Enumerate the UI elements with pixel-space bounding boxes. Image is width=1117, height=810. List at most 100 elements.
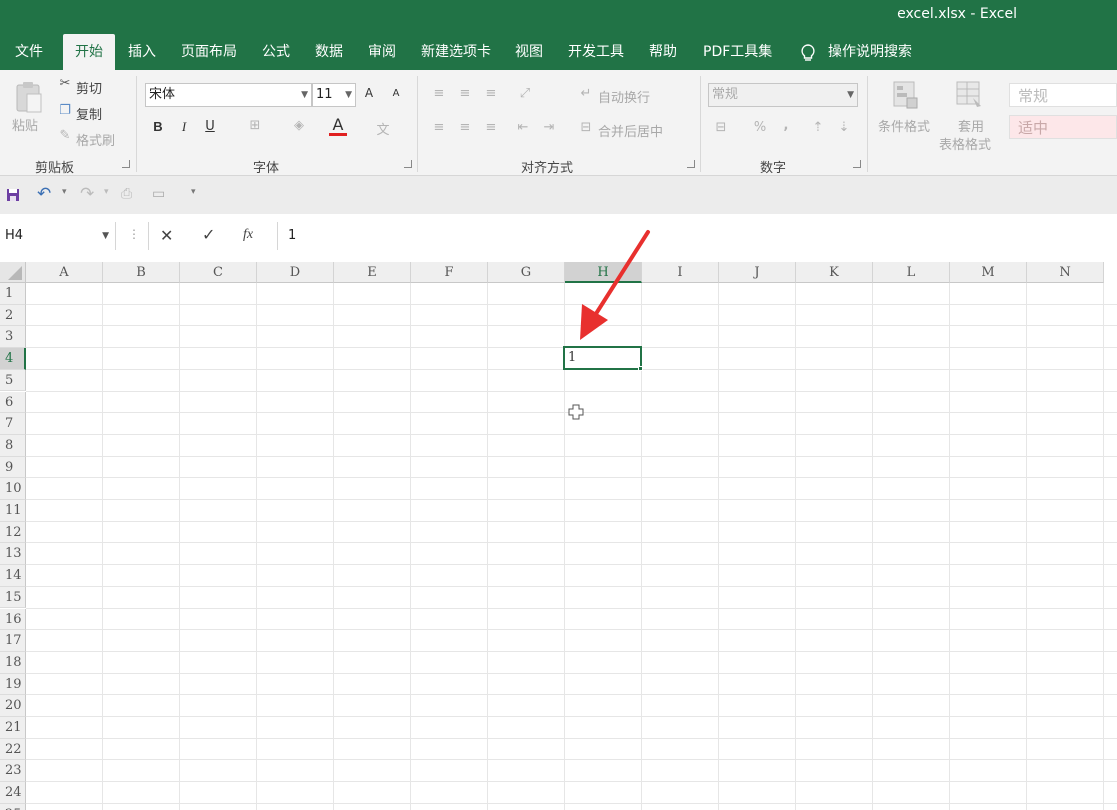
font-name-select[interactable]: 宋体 ▼ — [145, 83, 312, 107]
column-header[interactable]: B — [103, 262, 180, 283]
comma-button[interactable]: , — [780, 118, 792, 133]
italic-button[interactable]: I — [176, 119, 192, 135]
paste-icon[interactable] — [14, 80, 44, 114]
print-preview-icon[interactable]: ⎙ — [121, 186, 132, 202]
align-middle-icon[interactable]: ≡ — [456, 86, 474, 101]
row-header[interactable]: 21 — [0, 717, 26, 739]
row-header[interactable]: 23 — [0, 760, 26, 783]
chevron-down-icon[interactable]: ▾ — [62, 187, 67, 197]
border-icon[interactable]: ⊞ — [246, 118, 264, 133]
column-header[interactable]: N — [1027, 262, 1104, 283]
column-header[interactable]: F — [411, 262, 488, 283]
column-header[interactable]: K — [796, 262, 873, 283]
row-header[interactable]: 19 — [0, 673, 26, 696]
row-header[interactable]: 1 — [0, 283, 26, 305]
decrease-indent-icon[interactable]: ⇤ — [514, 120, 532, 135]
column-header[interactable]: M — [950, 262, 1027, 283]
underline-button[interactable]: U — [202, 119, 218, 134]
column-header[interactable]: C — [180, 262, 257, 283]
tab-pdf-tools[interactable]: PDF工具集 — [703, 34, 772, 70]
row-header[interactable]: 13 — [0, 543, 26, 566]
undo-icon[interactable]: ↶ — [37, 184, 51, 204]
row-header[interactable]: 2 — [0, 304, 26, 327]
align-bottom-icon[interactable]: ≡ — [482, 86, 500, 101]
tab-data[interactable]: 数据 — [315, 34, 343, 70]
row-header[interactable]: 14 — [0, 565, 26, 587]
active-cell[interactable]: 1 — [563, 346, 642, 370]
merge-center-button[interactable]: 合并后居中 — [598, 121, 663, 140]
select-all-corner[interactable] — [0, 262, 26, 283]
row-header[interactable]: 18 — [0, 651, 26, 674]
align-center-icon[interactable]: ≡ — [456, 120, 474, 135]
row-header[interactable]: 12 — [0, 521, 26, 544]
decrease-decimal-icon[interactable]: ⇣ — [836, 120, 852, 135]
form-icon[interactable]: ▭ — [152, 186, 165, 202]
tab-file[interactable]: 文件 — [15, 34, 43, 70]
alignment-launcher[interactable] — [687, 160, 695, 168]
shrink-font-button[interactable]: A — [389, 88, 403, 99]
row-header[interactable]: 6 — [0, 391, 26, 414]
tab-formulas[interactable]: 公式 — [262, 34, 290, 70]
grow-font-button[interactable]: A — [362, 86, 376, 100]
row-header[interactable]: 5 — [0, 369, 26, 392]
copy-button[interactable]: 复制 — [76, 104, 102, 123]
scissors-icon[interactable]: ✂ — [56, 76, 74, 91]
font-size-select[interactable]: 11 ▼ — [312, 83, 356, 107]
tab-new-tab[interactable]: 新建选项卡 — [421, 34, 491, 70]
align-left-icon[interactable]: ≡ — [430, 120, 448, 135]
tab-insert[interactable]: 插入 — [128, 34, 156, 70]
worksheet-grid[interactable]: ABCDEFGHIJKLMN 1 2 3 4 5 6 7 8 9 10 11 12 13 14 15 16 17… — [0, 262, 1117, 810]
format-as-table-icon[interactable] — [955, 80, 985, 110]
row-header[interactable]: 15 — [0, 586, 26, 609]
column-header[interactable]: D — [257, 262, 334, 283]
tab-review[interactable]: 审阅 — [368, 34, 396, 70]
row-header[interactable]: 3 — [0, 326, 26, 349]
column-header[interactable]: G — [488, 262, 565, 283]
column-header[interactable]: A — [26, 262, 103, 283]
percent-button[interactable]: % — [752, 120, 768, 135]
chevron-down-icon[interactable]: ▾ — [104, 187, 109, 197]
tab-home[interactable]: 开始 — [63, 34, 115, 70]
wrap-text-icon[interactable]: ↵ — [578, 86, 594, 101]
fill-handle[interactable] — [638, 366, 643, 371]
row-header[interactable]: 11 — [0, 500, 26, 522]
bold-button[interactable]: B — [150, 119, 166, 134]
row-header[interactable]: 22 — [0, 738, 26, 761]
customize-qat-icon[interactable]: ▾ — [191, 187, 196, 197]
increase-decimal-icon[interactable]: ⇡ — [810, 120, 826, 135]
save-icon[interactable] — [6, 188, 20, 202]
row-header[interactable]: 10 — [0, 478, 26, 500]
cancel-icon[interactable]: ✕ — [160, 226, 173, 245]
tab-help[interactable]: 帮助 — [649, 34, 677, 70]
column-header[interactable]: J — [719, 262, 796, 283]
clipboard-launcher[interactable] — [122, 160, 130, 168]
format-as-table-line1[interactable]: 套用 — [958, 116, 984, 135]
tab-page-layout[interactable]: 页面布局 — [181, 34, 237, 70]
redo-icon[interactable]: ↷ — [80, 184, 94, 204]
cell-style-normal[interactable]: 常规 — [1009, 83, 1117, 107]
merge-center-icon[interactable]: ⊟ — [578, 120, 594, 135]
currency-icon[interactable]: ⊟ — [712, 120, 730, 135]
row-header[interactable]: 16 — [0, 608, 26, 631]
chevron-down-icon[interactable]: ▼ — [102, 222, 109, 250]
insert-function-button[interactable]: fx — [243, 227, 253, 243]
format-painter-button[interactable]: 格式刷 — [76, 130, 115, 149]
cut-button[interactable]: 剪切 — [76, 78, 102, 97]
tell-me-search[interactable]: 操作说明搜索 — [828, 34, 912, 70]
enter-icon[interactable]: ✓ — [202, 225, 215, 244]
wrap-text-button[interactable]: 自动换行 — [598, 87, 650, 106]
row-header[interactable]: 7 — [0, 413, 26, 435]
format-as-table-line2[interactable]: 表格格式 — [939, 134, 991, 153]
row-header[interactable]: 20 — [0, 695, 26, 717]
formula-input[interactable]: 1 — [277, 222, 1117, 250]
row-header[interactable]: 25 — [0, 803, 26, 810]
number-format-select[interactable]: 常规 ▼ — [708, 83, 858, 107]
format-painter-icon[interactable]: ✎ — [56, 128, 74, 143]
phonetic-button[interactable]: 文 — [374, 119, 392, 138]
align-top-icon[interactable]: ≡ — [430, 86, 448, 101]
column-header[interactable]: L — [873, 262, 950, 283]
row-header[interactable]: 9 — [0, 456, 26, 479]
cell-style-neutral[interactable]: 适中 — [1009, 115, 1117, 139]
copy-icon[interactable]: ❐ — [56, 103, 74, 118]
font-launcher[interactable] — [404, 160, 412, 168]
